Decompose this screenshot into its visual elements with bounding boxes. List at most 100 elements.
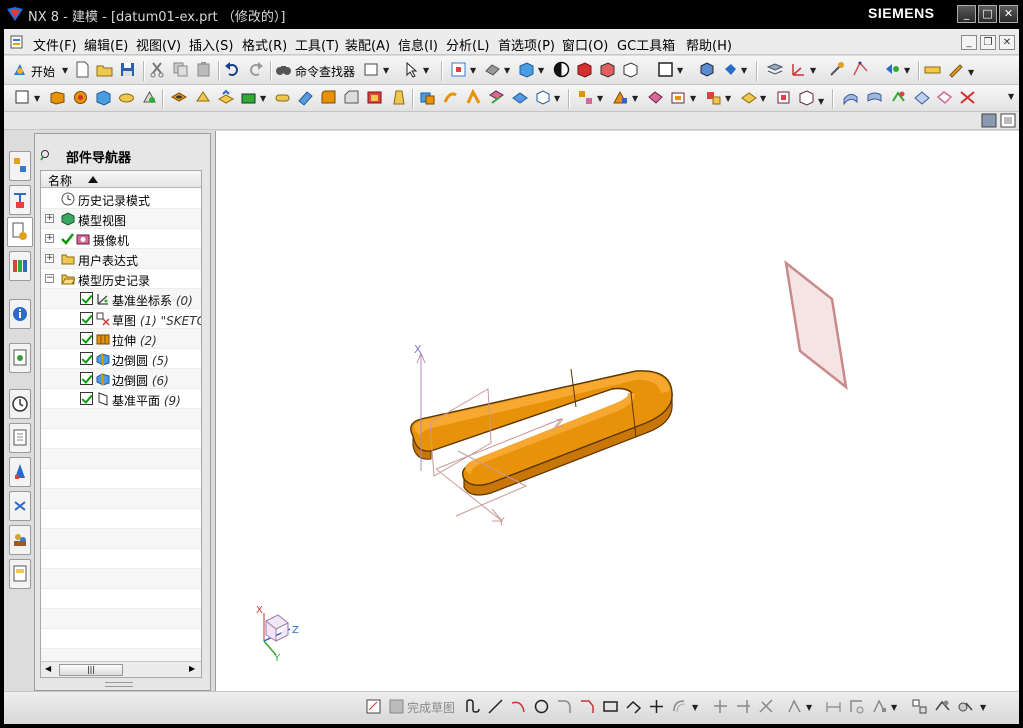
scroll-left-arrow-icon[interactable]: ◀ <box>45 664 51 673</box>
tab-web-browser[interactable] <box>9 343 31 373</box>
dimension-icon[interactable] <box>825 698 842 715</box>
feature-visibility-checkbox[interactable] <box>80 332 93 345</box>
menu-window[interactable]: 窗口(O) <box>562 35 608 54</box>
start-icon[interactable] <box>11 61 28 78</box>
color-box-icon[interactable] <box>657 61 674 78</box>
split-body-icon[interactable] <box>511 89 528 106</box>
select-pointer-icon[interactable] <box>403 61 420 78</box>
finish-sketch-icon[interactable] <box>388 698 405 715</box>
minimize-button[interactable]: _ <box>957 5 976 23</box>
tab-manufacturing-wizards[interactable] <box>9 457 31 487</box>
wireframe-icon[interactable] <box>622 61 639 78</box>
draw-tool-icon[interactable] <box>948 61 965 78</box>
pointer-dropdown[interactable]: ▼ <box>423 66 429 75</box>
doc-close-button[interactable]: ✕ <box>999 35 1015 50</box>
polygon-icon[interactable] <box>625 698 642 715</box>
pin-icon[interactable] <box>39 149 51 161</box>
profile-icon[interactable] <box>464 698 481 715</box>
render-dropdown[interactable]: ▼ <box>538 66 544 75</box>
tab-assembly-navigator[interactable] <box>9 151 31 181</box>
open-folder-icon[interactable] <box>96 61 113 78</box>
orient-dropdown[interactable]: ▼ <box>504 66 510 75</box>
convert-reference-icon[interactable] <box>957 698 974 715</box>
tab-reuse-library[interactable] <box>9 251 31 281</box>
redo-icon[interactable] <box>247 61 264 78</box>
menu-file[interactable]: 文件(F) <box>33 35 77 54</box>
pattern-feature-icon[interactable] <box>577 89 594 106</box>
trim-body-icon[interactable] <box>488 89 505 106</box>
point-icon[interactable] <box>648 698 665 715</box>
menu-preferences[interactable]: 首选项(P) <box>498 35 555 54</box>
arc-icon[interactable] <box>510 698 527 715</box>
menu-analysis[interactable]: 分析(L) <box>446 35 489 54</box>
close-button[interactable]: ✕ <box>999 5 1018 23</box>
scrollbar-thumb[interactable]: ||| <box>59 664 123 676</box>
copy-icon[interactable] <box>172 61 189 78</box>
groove-icon[interactable] <box>297 89 314 106</box>
background-icon[interactable] <box>553 61 570 78</box>
offset-dropdown[interactable]: ▼ <box>554 94 560 103</box>
line-icon[interactable] <box>487 698 504 715</box>
pad-icon[interactable] <box>240 89 257 106</box>
slot-icon[interactable] <box>274 89 291 106</box>
draft-icon[interactable] <box>390 89 407 106</box>
orient-cube-icon[interactable] <box>698 61 715 78</box>
tree-row-model-views[interactable]: + 模型视图 <box>41 209 201 229</box>
wrap-geometry-icon[interactable] <box>798 89 815 106</box>
unite-icon[interactable] <box>419 89 436 106</box>
tree-row-datum-csys[interactable]: 基准坐标系 (0) <box>41 289 201 309</box>
maximize-button[interactable]: □ <box>978 5 997 23</box>
menu-format[interactable]: 格式(R) <box>242 35 287 54</box>
circle-icon[interactable] <box>533 698 550 715</box>
tab-history[interactable] <box>9 389 31 419</box>
feature-visibility-checkbox[interactable] <box>80 312 93 325</box>
menu-tools[interactable]: 工具(T) <box>295 35 339 54</box>
tab-hd3d-tools[interactable] <box>9 299 31 329</box>
finish-sketch-button[interactable]: 完成草图 <box>407 699 455 716</box>
fullscreen-icon[interactable] <box>1000 113 1016 128</box>
pattern-dropdown[interactable]: ▼ <box>597 94 603 103</box>
silhouette-flange-icon[interactable] <box>959 89 976 106</box>
tab-constraint-navigator[interactable] <box>9 185 31 215</box>
layer-settings-icon[interactable] <box>766 61 783 78</box>
n-sided-surface-icon[interactable] <box>913 89 930 106</box>
column-header-name[interactable]: 名称 <box>41 171 201 188</box>
offset-curve-dropdown[interactable]: ▼ <box>692 703 698 712</box>
rendering-style-icon[interactable] <box>518 61 535 78</box>
tree-row-edge-blend[interactable]: 边倒圆 (5) <box>41 349 201 369</box>
start-dropdown[interactable]: ▼ <box>62 66 68 75</box>
chamfer-icon[interactable] <box>343 89 360 106</box>
offset-curve-icon[interactable] <box>671 698 688 715</box>
mirror-curve-icon[interactable] <box>786 698 803 715</box>
doc-restore-button[interactable]: ❐ <box>980 35 996 50</box>
shaded-edges-icon[interactable] <box>599 61 616 78</box>
fit-view-icon[interactable] <box>450 61 467 78</box>
revolve-icon[interactable] <box>72 89 89 106</box>
shaded-red-icon[interactable] <box>576 61 593 78</box>
model-canvas[interactable]: X Z Y X Z Y <box>216 131 1020 691</box>
thicken-dropdown[interactable]: ▼ <box>760 94 766 103</box>
datum-plane[interactable] <box>784 260 848 390</box>
make-corner-icon[interactable] <box>758 698 775 715</box>
tree-row-history-mode[interactable]: 历史记录模式 <box>41 189 201 209</box>
surface-through-curves-icon[interactable] <box>842 89 859 106</box>
extruded-part[interactable] <box>410 368 673 496</box>
tree-row-datum-plane[interactable]: 基准平面 (9) <box>41 389 201 409</box>
hole-icon[interactable] <box>170 89 187 106</box>
wcs-dropdown[interactable]: ▼ <box>810 66 816 75</box>
subtract-icon[interactable] <box>442 89 459 106</box>
expand-toggle[interactable]: + <box>45 234 54 243</box>
start-button[interactable]: 开始 <box>31 63 55 80</box>
quick-trim-icon[interactable] <box>712 698 729 715</box>
feature-visibility-checkbox[interactable] <box>80 392 93 405</box>
edge-blend-icon[interactable] <box>320 89 337 106</box>
shell-icon[interactable] <box>366 89 383 106</box>
expand-toggle[interactable]: + <box>45 254 54 263</box>
sew-dropdown[interactable]: ▼ <box>690 94 696 103</box>
view-rotate-icon[interactable] <box>722 61 739 78</box>
tab-systems-materials[interactable] <box>9 559 31 589</box>
feature-visibility-checkbox[interactable] <box>80 292 93 305</box>
geometric-constraints-icon[interactable] <box>848 698 865 715</box>
feature-visibility-checkbox[interactable] <box>80 372 93 385</box>
pad-dropdown[interactable]: ▼ <box>260 94 266 103</box>
